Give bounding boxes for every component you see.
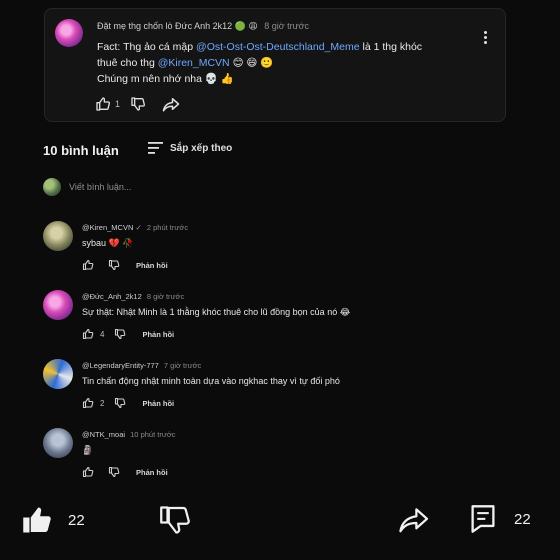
comment-author[interactable]: @Đức_Anh_2k12	[82, 292, 142, 301]
dislike-icon[interactable]	[114, 397, 126, 409]
dislike-icon[interactable]	[108, 259, 120, 271]
like-icon[interactable]	[82, 397, 94, 409]
like-icon[interactable]	[82, 328, 94, 340]
reply-button[interactable]: Phản hồi	[142, 399, 174, 408]
pinned-author-name[interactable]: Đặt mẹ thg chốn lò Đức Anh 2k12	[97, 21, 232, 31]
pinned-text-part: thuê cho thg	[97, 57, 158, 69]
comment-like-count: 2	[100, 398, 105, 408]
comment-text: 🗿	[82, 445, 94, 455]
reply-button[interactable]: Phản hồi	[142, 330, 174, 339]
share-icon[interactable]	[162, 96, 180, 112]
dislike-icon[interactable]	[114, 328, 126, 340]
like-action[interactable]: 22	[22, 506, 85, 534]
comment-time: 2 phút trước	[146, 223, 189, 232]
sort-label: Sắp xếp theo	[170, 142, 233, 154]
comment-actions: 2 Phản hồi	[82, 397, 174, 409]
comment-author[interactable]: @LegendaryEntity-777	[82, 361, 159, 370]
like-icon[interactable]	[82, 466, 94, 478]
comment-time: 8 giờ trước	[146, 292, 185, 301]
comment-actions: Phản hồi	[82, 466, 168, 478]
comment-time: 7 giờ trước	[163, 361, 202, 370]
comment-text: sybau 💔 🥀	[82, 238, 134, 248]
comment-author[interactable]: @NTK_moai	[82, 430, 125, 439]
comment-avatar[interactable]	[43, 290, 73, 320]
comment-actions: Phản hồi	[82, 259, 168, 271]
current-user-avatar	[43, 178, 61, 196]
comment-avatar[interactable]	[43, 359, 73, 389]
mention-link[interactable]: @Ost-Ost-Ost-Deutschland_Meme	[196, 41, 360, 53]
comment-text: Tin chấn động nhật minh toàn dựa vào ngk…	[82, 376, 340, 386]
pinned-time: 8 giờ trước	[264, 21, 310, 31]
sort-icon	[148, 142, 163, 154]
comment-count-label: 10 bình luận	[43, 143, 119, 158]
reply-button[interactable]: Phản hồi	[136, 468, 168, 477]
like-icon[interactable]	[82, 259, 94, 271]
comment-author[interactable]: @Kiren_MCVN	[82, 223, 133, 232]
comment-composer[interactable]: Viết bình luận...	[43, 178, 131, 196]
pinned-like-count: 1	[115, 99, 121, 109]
pinned-actions: 1	[95, 95, 180, 113]
mention-link[interactable]: @Kiren_MCVN	[158, 57, 230, 69]
pinned-comment-card: Đặt mẹ thg chốn lò Đức Anh 2k12 🟢 😩 8 gi…	[44, 8, 506, 122]
pinned-text-part: là 1 thg khóc	[359, 41, 423, 53]
comment-time: 10 phút trước	[130, 430, 176, 439]
dislike-action[interactable]	[160, 506, 190, 534]
dislike-icon[interactable]	[130, 96, 146, 112]
comment-actions: 4 Phản hồi	[82, 328, 174, 340]
comment-text: Sự thật: Nhật Minh là 1 thằng khóc thuê …	[82, 307, 351, 317]
sort-button[interactable]: Sắp xếp theo	[148, 142, 232, 154]
comment-header: @LegendaryEntity-777 7 giờ trước	[82, 361, 201, 370]
comment-like-count: 4	[100, 329, 105, 339]
comment-icon[interactable]	[470, 504, 496, 534]
pinned-text-part: 😊 😄 🙂	[229, 57, 274, 69]
pinned-text-part: Chúng m nên nhớ nha 💀 👍	[97, 73, 234, 85]
like-filled-icon[interactable]	[22, 506, 52, 534]
comment-count: 22	[514, 510, 531, 528]
comment-avatar[interactable]	[43, 221, 73, 251]
pinned-comment-text: Fact: Thg ảo cá mập @Ost-Ost-Ost-Deutsch…	[97, 39, 492, 87]
pinned-text-part: Fact: Thg ảo cá mập	[97, 41, 197, 53]
reply-button[interactable]: Phản hồi	[136, 261, 168, 270]
verified-icon: ✓	[135, 223, 142, 232]
dislike-icon[interactable]	[160, 506, 190, 534]
comment-header: @Kiren_MCVN ✓ 2 phút trước	[82, 223, 188, 232]
comment-header: @Đức_Anh_2k12 8 giờ trước	[82, 292, 184, 301]
comment-header: @NTK_moai 10 phút trước	[82, 430, 176, 439]
dislike-icon[interactable]	[108, 466, 120, 478]
pinned-author-avatar[interactable]	[55, 19, 83, 47]
comments-action[interactable]: 22	[470, 504, 531, 534]
pinned-author-line: Đặt mẹ thg chốn lò Đức Anh 2k12 🟢 😩 8 gi…	[97, 21, 310, 31]
comment-input-placeholder[interactable]: Viết bình luận...	[69, 182, 131, 192]
comment-avatar[interactable]	[43, 428, 73, 458]
share-icon[interactable]	[398, 507, 430, 533]
like-count: 22	[68, 511, 85, 529]
bottom-action-bar: 22 22	[0, 490, 560, 560]
like-icon[interactable]	[95, 96, 111, 112]
share-action[interactable]	[398, 507, 430, 533]
